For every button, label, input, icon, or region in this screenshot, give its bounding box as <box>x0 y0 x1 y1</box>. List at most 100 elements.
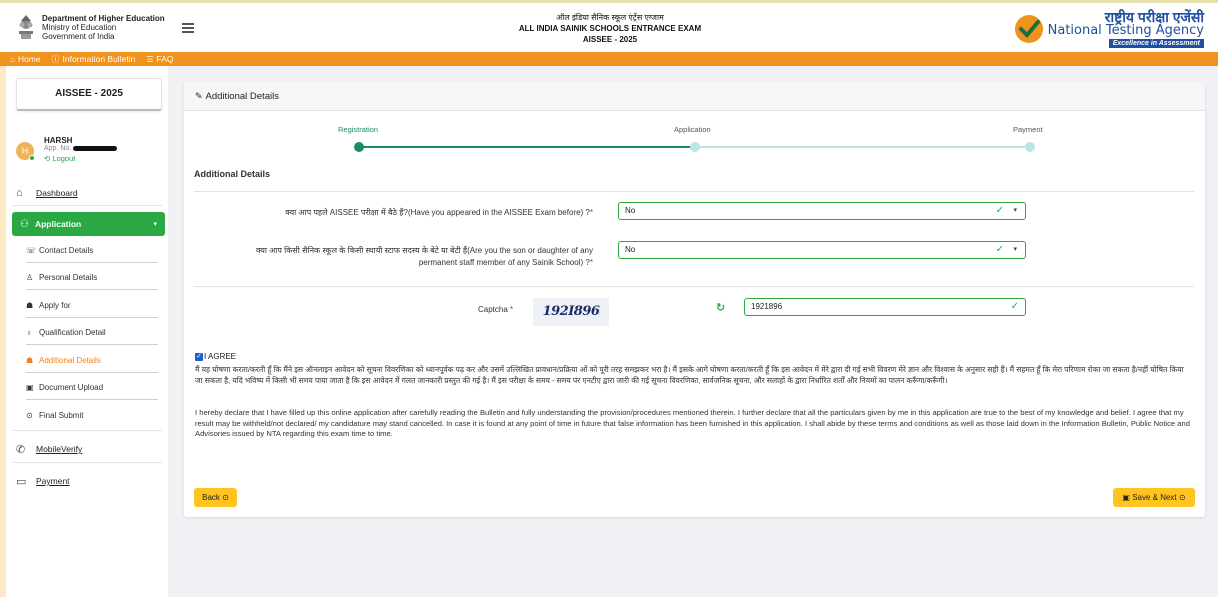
nav-faq[interactable]: ☰ FAQ <box>146 54 173 64</box>
emblem-icon <box>19 15 33 39</box>
top-nav: ⌂ Home ⓘ Information Bulletin ☰ FAQ <box>0 52 1218 66</box>
nta-name-hindi: राष्ट्रीय परीक्षा एजेंसी <box>1104 9 1204 25</box>
user-add-icon: ⚇ <box>20 218 29 230</box>
sidebar: AISSEE - 2025 H HARSH App. No. ⟲ Logout … <box>6 66 168 597</box>
nav-home[interactable]: ⌂ Home <box>10 54 41 64</box>
check-icon: ✓ <box>995 244 1004 255</box>
divider <box>26 262 158 263</box>
faq-icon: ☰ <box>146 54 154 64</box>
exam-title-english: ALL INDIA SAINIK SCHOOLS ENTRANCE EXAM <box>518 24 702 33</box>
question-staff-child-label: क्या आप किसी सैनिक स्कूल के किसी स्थायी … <box>256 246 593 267</box>
captcha-image: 192I896 <box>533 298 609 326</box>
back-button[interactable]: Back ⊙ <box>194 488 237 507</box>
progress-line-done <box>359 146 696 148</box>
info-icon: ⓘ <box>51 54 60 64</box>
divider <box>26 372 158 373</box>
divider <box>26 399 158 400</box>
sidebar-sub-qualification-detail[interactable]: ♁ Qualification Detail <box>26 323 158 341</box>
divider <box>12 430 162 431</box>
check-icon: ✓ <box>995 205 1004 216</box>
nta-name-english: National Testing Agency <box>1047 23 1204 38</box>
captcha-input[interactable]: 1921896 ✓ <box>744 298 1026 316</box>
divider <box>194 286 1194 287</box>
step-dot-application <box>690 142 700 152</box>
dept-line3: Government of India <box>42 31 115 41</box>
sidebar-sub-contact-details[interactable]: ☏ Contact Details <box>26 241 158 259</box>
nta-tagline: Excellence in Assessment <box>1108 39 1204 48</box>
chevron-down-icon: ▾ <box>153 221 157 228</box>
online-status-dot <box>29 155 35 161</box>
menu-icon[interactable] <box>182 23 194 33</box>
redacted-app-no <box>73 145 118 151</box>
check-circle-icon: ⊙ <box>26 410 33 420</box>
person-icon: ♙ <box>26 272 34 282</box>
step-registration: Registration <box>338 125 379 134</box>
ribbon-icon: ☗ <box>26 300 34 310</box>
top-header: Department of Higher Education Ministry … <box>0 0 1218 52</box>
chevron-down-icon: ▾ <box>1013 207 1017 214</box>
card-icon: ▭ <box>16 475 27 488</box>
logout-icon: ⟲ <box>44 154 51 163</box>
application-number: App. No. <box>44 145 118 152</box>
divider <box>12 462 162 463</box>
education-icon: ♁ <box>26 327 32 337</box>
phone-icon: ☏ <box>26 245 37 255</box>
logout-link[interactable]: ⟲ Logout <box>44 154 75 163</box>
declaration-english: I hereby declare that I have filled up t… <box>195 408 1190 438</box>
divider <box>194 191 1194 192</box>
nta-check-icon <box>1014 15 1043 43</box>
appeared-before-select[interactable]: No ✓ ▾ <box>618 202 1026 220</box>
sidebar-sub-document-upload[interactable]: ▣ Document Upload <box>26 378 158 396</box>
avatar: H <box>16 142 35 161</box>
sidebar-sub-additional-details[interactable]: ☗ Additional Details <box>26 351 158 369</box>
edit-icon: ✎ <box>195 91 203 101</box>
document-icon: ▣ <box>26 382 34 392</box>
agree-checkbox-row[interactable]: ✓ I AGREE <box>195 352 236 361</box>
arrow-circle-icon: ⊙ <box>1178 493 1186 502</box>
dept-line1: Department of Higher Education <box>42 13 165 23</box>
step-payment: Payment <box>1013 125 1043 134</box>
step-dot-payment <box>1025 142 1035 152</box>
nta-logo: राष्ट्रीय परीक्षा एजेंसी National Testin… <box>1014 10 1204 48</box>
ministry-logo: Department of Higher Education Ministry … <box>16 13 165 41</box>
sidebar-sub-apply-for[interactable]: ☗ Apply for <box>26 296 158 314</box>
sidebar-sub-personal-details[interactable]: ♙ Personal Details <box>26 268 158 286</box>
sidebar-item-mobileverify[interactable]: ✆ MobileVerify <box>12 439 162 459</box>
captcha-label: Captcha * <box>478 305 514 314</box>
ribbon-icon: ☗ <box>26 355 34 365</box>
dept-line2: Ministry of Education <box>42 22 117 32</box>
sidebar-item-application[interactable]: ⚇ Application ▾ <box>12 212 165 236</box>
divider <box>26 344 158 345</box>
step-dot-registration <box>354 142 364 152</box>
home-icon: ⌂ <box>10 54 15 64</box>
agree-checkbox[interactable]: ✓ <box>195 352 203 361</box>
step-application: Application <box>674 125 711 134</box>
exam-title-hindi: ऑल इंडिया सैनिक स्कूल एंट्रेंस एग्जाम <box>556 13 664 22</box>
chevron-down-icon: ▾ <box>1013 246 1017 253</box>
sidebar-item-payment[interactable]: ▭ Payment <box>12 471 162 491</box>
check-icon: ✓ <box>1010 301 1019 312</box>
divider <box>26 317 158 318</box>
sidebar-sub-final-submit[interactable]: ⊙ Final Submit <box>26 406 158 424</box>
exam-title-block: ऑल इंडिया सैनिक स्कूल एंट्रेंस एग्जाम AL… <box>380 12 840 45</box>
section-title: Additional Details <box>194 169 271 179</box>
progress-line-pending <box>696 146 1030 148</box>
mobile-icon: ✆ <box>16 443 26 456</box>
additional-details-card: ✎ Additional Details Registration Applica… <box>184 82 1205 517</box>
nav-information-bulletin[interactable]: ⓘ Information Bulletin <box>52 54 136 65</box>
exam-code: AISSEE - 2025 <box>582 35 638 44</box>
staff-child-select[interactable]: No ✓ ▾ <box>618 241 1026 259</box>
declaration-hindi: मैं यह घोषणा करता/करती हूँ कि मैंने इस ऑ… <box>195 365 1184 385</box>
save-icon: ▣ <box>1122 493 1130 502</box>
divider <box>26 289 158 290</box>
divider <box>12 205 162 206</box>
arrow-circle-icon: ⊙ <box>222 493 229 502</box>
card-heading: ✎ Additional Details <box>184 82 1205 111</box>
question-appeared-before-label: क्या आप पहले AISSEE परीक्षा में बैठे हैं… <box>285 208 593 217</box>
save-next-button[interactable]: ▣ Save & Next ⊙ <box>1113 488 1195 507</box>
dashboard-icon: ⌂ <box>16 187 23 199</box>
sidebar-item-dashboard[interactable]: ⌂ Dashboard <box>12 183 162 203</box>
user-name: HARSH <box>44 136 73 145</box>
sidebar-exam-title: AISSEE - 2025 <box>16 78 162 111</box>
refresh-icon[interactable]: ↻ <box>716 301 725 314</box>
